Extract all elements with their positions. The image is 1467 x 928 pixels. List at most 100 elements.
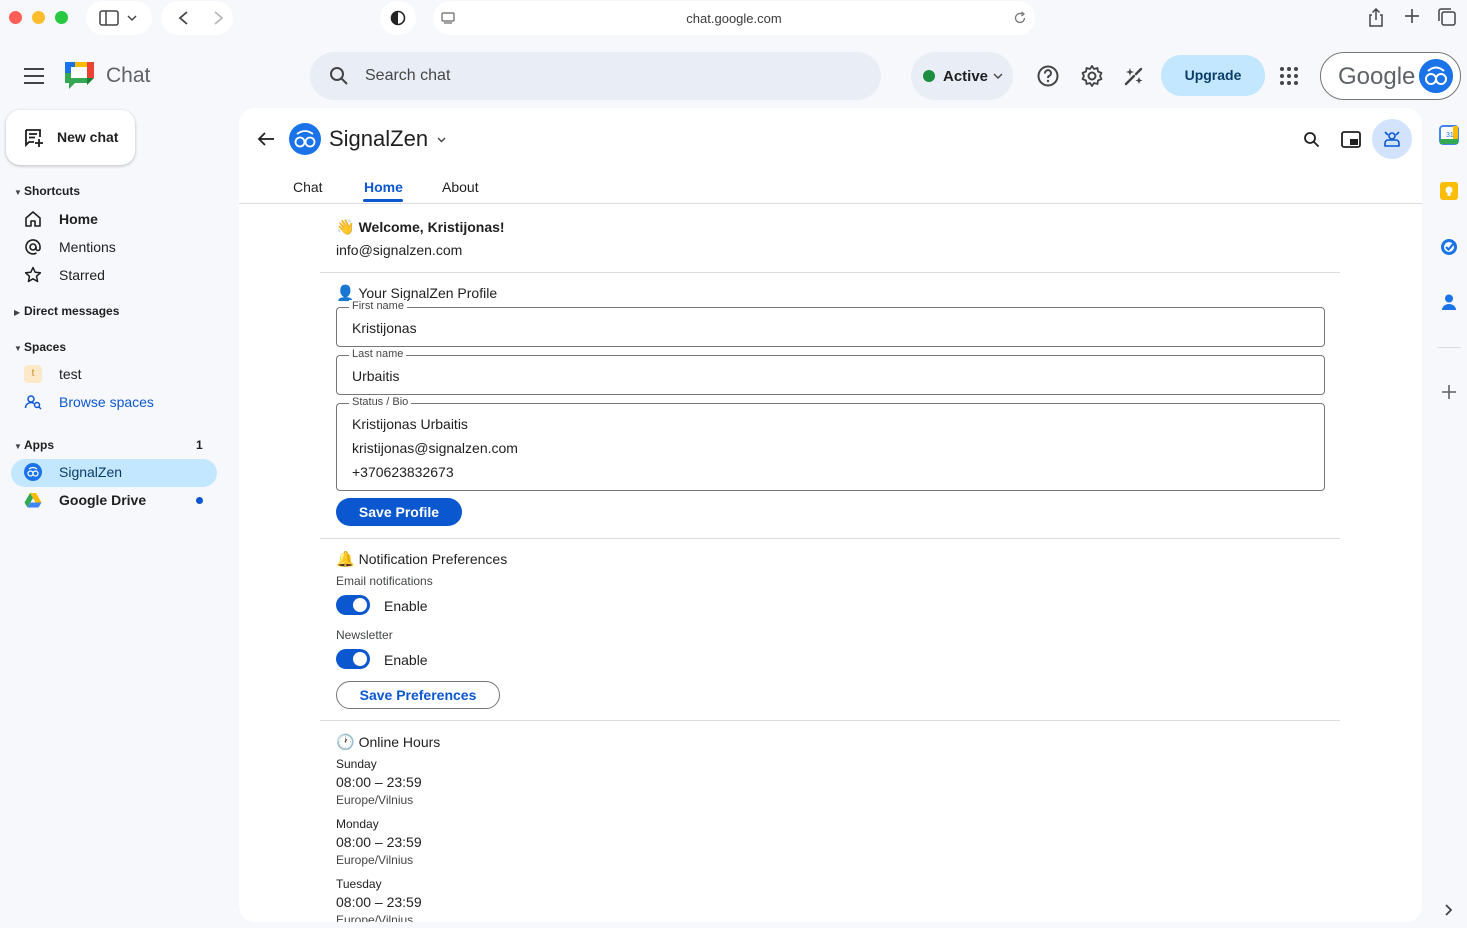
sidebar-item-label: Starred <box>59 267 105 283</box>
section-divider <box>320 538 1340 539</box>
google-drive-icon <box>24 493 42 508</box>
apps-grid-icon[interactable] <box>1277 64 1301 88</box>
sidebar-item-starred[interactable]: Starred <box>24 263 224 289</box>
tab-chat[interactable]: Chat <box>293 179 323 195</box>
tab-about[interactable]: About <box>442 179 479 195</box>
back-arrow-icon[interactable] <box>257 131 275 147</box>
search-icon[interactable] <box>1303 131 1320 148</box>
new-tab-icon[interactable] <box>1404 8 1420 24</box>
account-email: info@signalzen.com <box>336 242 463 258</box>
sidebar-item-mentions[interactable]: Mentions <box>24 235 224 261</box>
shortcuts-section-toggle[interactable]: ▼ Shortcuts <box>14 184 80 198</box>
new-chat-icon <box>25 129 43 148</box>
sidebar-item-label: Mentions <box>59 239 116 255</box>
search-bar[interactable]: Search chat <box>310 52 881 100</box>
account-button[interactable]: Google <box>1320 52 1461 100</box>
zoom-window-button[interactable] <box>55 11 68 24</box>
close-window-button[interactable] <box>9 11 22 24</box>
email-notifications-toggle[interactable] <box>336 595 370 615</box>
calendar-icon[interactable]: 31 <box>1439 125 1459 145</box>
app-title: Chat <box>106 64 151 87</box>
bio-line: Kristijonas Urbaitis <box>352 416 468 432</box>
hours-day: Tuesday <box>336 877 382 891</box>
add-icon[interactable] <box>1439 382 1459 402</box>
address-bar[interactable]: chat.google.com <box>433 1 1035 35</box>
google-chat-logo <box>65 62 94 89</box>
spaces-section-toggle[interactable]: ▼ Spaces <box>14 340 66 354</box>
account-brand: Google <box>1338 63 1416 90</box>
newsletter-label: Newsletter <box>336 628 393 642</box>
shield-half-icon <box>390 10 406 26</box>
search-placeholder: Search chat <box>365 67 451 84</box>
unread-dot <box>196 497 203 504</box>
space-name-dropdown[interactable]: SignalZen <box>329 126 446 152</box>
welcome-heading: 👋 Welcome, Kristijonas! <box>336 219 505 236</box>
minimize-window-button[interactable] <box>32 11 45 24</box>
last-name-field[interactable]: Last name Urbaitis <box>336 348 1325 395</box>
last-name-value: Urbaitis <box>352 368 400 384</box>
sidebar-item-signalzen[interactable]: SignalZen <box>24 460 224 486</box>
bio-label: Status / Bio <box>349 396 412 408</box>
online-hours-heading: 🕐 Online Hours <box>336 734 441 751</box>
history-nav <box>161 1 233 35</box>
direct-messages-section-toggle[interactable]: ▶ Direct messages <box>14 304 119 318</box>
account-avatar <box>1419 59 1453 93</box>
menu-icon[interactable] <box>24 68 44 84</box>
chevron-down-icon <box>437 137 446 143</box>
status-bio-field[interactable]: Status / Bio Kristijonas Urbaitis kristi… <box>336 396 1325 491</box>
chevron-down-icon <box>993 73 1003 79</box>
sidebar-item-google-drive[interactable]: Google Drive <box>24 488 224 514</box>
privacy-button[interactable] <box>380 1 416 35</box>
first-name-label: First name <box>349 300 407 312</box>
contacts-icon[interactable] <box>1439 292 1459 312</box>
hours-timezone: Europe/Vilnius <box>336 853 414 867</box>
save-profile-button[interactable]: Save Profile <box>336 498 462 526</box>
first-name-field[interactable]: First name Kristijonas <box>336 300 1325 347</box>
tab-overview-icon[interactable] <box>1438 8 1456 26</box>
chevron-right-icon[interactable] <box>1439 900 1459 920</box>
rail-divider <box>1437 347 1461 348</box>
caret-right-icon: ▶ <box>14 308 21 317</box>
signalzen-app-icon <box>24 463 42 481</box>
gemini-icon[interactable] <box>1122 64 1146 88</box>
upgrade-button[interactable]: Upgrade <box>1161 55 1265 96</box>
browser-toolbar: chat.google.com <box>0 0 1467 44</box>
settings-icon[interactable] <box>1080 64 1104 88</box>
bio-line: +370623832673 <box>352 464 454 480</box>
newsletter-toggle[interactable] <box>336 649 370 669</box>
tabs-divider <box>239 203 1422 204</box>
help-icon[interactable] <box>1036 64 1060 88</box>
sidebar-toggle-button[interactable] <box>86 1 152 35</box>
section-divider <box>320 720 1340 721</box>
star-icon <box>24 266 42 283</box>
sidebar-item-browse-spaces[interactable]: Browse spaces <box>24 390 224 416</box>
sidebar-item-home[interactable]: Home <box>24 207 224 233</box>
section-divider <box>320 272 1340 273</box>
hours-range: 08:00 – 23:59 <box>336 834 422 850</box>
sidebar-item-space-test[interactable]: t test <box>24 362 224 388</box>
back-nav-icon[interactable] <box>167 10 227 26</box>
sidebar-item-label: test <box>59 366 82 382</box>
apps-count-badge: 1 <box>196 438 203 452</box>
sidebar-icon <box>99 10 137 26</box>
space-avatar-icon <box>289 123 321 155</box>
sidebar-item-label: Browse spaces <box>59 394 154 410</box>
url-text: chat.google.com <box>686 11 782 26</box>
apps-section-toggle[interactable]: ▼ Apps <box>14 438 54 452</box>
space-panel: SignalZen Chat Home About 👋 Welcome, Kri… <box>239 108 1422 922</box>
reload-icon[interactable] <box>1013 11 1027 25</box>
space-details-button[interactable] <box>1372 119 1412 159</box>
keep-icon[interactable] <box>1439 181 1459 201</box>
picture-in-picture-icon[interactable] <box>1341 131 1361 148</box>
tab-home[interactable]: Home <box>364 179 403 195</box>
share-icon[interactable] <box>1367 8 1385 28</box>
hours-timezone: Europe/Vilnius <box>336 913 414 922</box>
tasks-icon[interactable] <box>1439 237 1459 257</box>
search-icon <box>330 67 348 85</box>
save-preferences-button[interactable]: Save Preferences <box>336 681 500 709</box>
at-icon <box>25 239 41 255</box>
space-details-icon <box>1384 131 1400 147</box>
new-chat-button[interactable]: New chat <box>6 110 135 165</box>
status-dropdown[interactable]: Active <box>911 52 1013 100</box>
browse-spaces-icon <box>24 395 42 410</box>
